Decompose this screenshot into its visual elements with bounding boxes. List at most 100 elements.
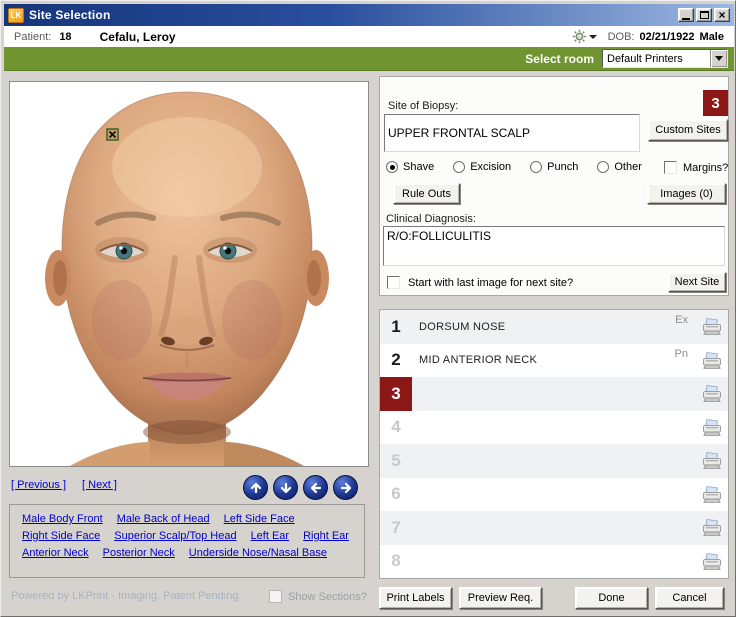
- site-row-2[interactable]: 2 MID ANTERIOR NECK Pn: [380, 343, 728, 377]
- show-sections-checkbox[interactable]: [269, 590, 282, 603]
- printer-icon: [703, 519, 721, 536]
- arrow-right-icon: [340, 482, 351, 493]
- clinical-diagnosis-input[interactable]: R/O:FOLLICULITIS: [383, 226, 725, 266]
- previous-link[interactable]: [ Previous ]: [11, 479, 66, 491]
- site-row-number: 1: [391, 316, 401, 336]
- site-row-print-button[interactable]: [701, 451, 723, 472]
- site-row-5[interactable]: 5: [380, 444, 728, 478]
- show-sections-label: Show Sections?: [288, 590, 367, 603]
- region-link-line: Right Side Face Superior Scalp/Top Head Le…: [22, 530, 364, 542]
- radio-button-icon: [597, 161, 610, 173]
- view-rotation-controls: [243, 475, 369, 500]
- region-link-left-ear[interactable]: Left Ear: [251, 530, 290, 542]
- region-link-underside-nose-nasal-base[interactable]: Underside Nose/Nasal Base: [189, 547, 327, 559]
- custom-sites-button[interactable]: Custom Sites: [648, 119, 728, 141]
- select-room-label: Select room: [525, 51, 594, 66]
- rule-outs-button[interactable]: Rule Outs: [393, 183, 460, 204]
- site-row-number: 3: [380, 377, 412, 411]
- dob-label: DOB:: [607, 30, 635, 43]
- patient-name: Cefalu, Leroy: [99, 29, 176, 44]
- site-row-print-button[interactable]: [701, 518, 723, 539]
- site-selection-window: LK Site Selection × Patient: 18 Cefalu, …: [0, 0, 736, 617]
- site-row-number: 8: [391, 551, 401, 571]
- procedure-radio-label: Other: [614, 161, 642, 173]
- dropdown-arrow-icon: [715, 56, 723, 61]
- procedure-radio-group: Shave Excision Punch Other: [386, 161, 642, 173]
- print-labels-button[interactable]: Print Labels: [379, 587, 452, 609]
- biopsy-site-marker[interactable]: [106, 128, 119, 141]
- preview-req-button[interactable]: Preview Req.: [459, 587, 542, 609]
- procedure-radio-label: Punch: [547, 161, 579, 173]
- site-row-3[interactable]: 3: [380, 377, 728, 411]
- site-of-biopsy-input[interactable]: [384, 114, 640, 152]
- close-icon: ×: [718, 8, 726, 22]
- powered-by-text: Powered by LKPrint - Imaging. Patent Pen…: [11, 590, 242, 602]
- nav-up-button[interactable]: [243, 475, 268, 500]
- site-row-7[interactable]: 7: [380, 511, 728, 545]
- site-row-1[interactable]: 1 DORSUM NOSE Ex: [380, 310, 728, 344]
- site-row-name: MID ANTERIOR NECK: [419, 354, 538, 367]
- patient-head-image[interactable]: [10, 82, 368, 466]
- site-row-4[interactable]: 4: [380, 410, 728, 444]
- procedure-radio-punch[interactable]: Punch: [530, 161, 578, 173]
- arrow-up-icon: [250, 482, 261, 493]
- site-row-number: 4: [391, 417, 401, 437]
- dropdown-arrow-button[interactable]: [710, 50, 727, 67]
- nav-right-button[interactable]: [333, 475, 358, 500]
- site-row-name: DORSUM NOSE: [419, 320, 506, 333]
- cancel-button[interactable]: Cancel: [655, 587, 724, 609]
- maximize-icon: [699, 11, 709, 19]
- patient-head-image-panel[interactable]: [9, 81, 369, 467]
- region-link-anterior-neck[interactable]: Anterior Neck: [22, 547, 89, 559]
- chevron-down-icon: [588, 34, 597, 39]
- images-button[interactable]: Images (0): [647, 183, 726, 204]
- maximize-button[interactable]: [696, 8, 712, 22]
- region-link-left-side-face[interactable]: Left Side Face: [224, 513, 295, 525]
- printer-dropdown-value: Default Printers: [607, 52, 683, 65]
- region-link-male-back-of-head[interactable]: Male Back of Head: [117, 513, 210, 525]
- site-row-procedure-code: Ex: [675, 314, 688, 326]
- margins-checkbox[interactable]: [664, 161, 677, 174]
- window-title: Site Selection: [29, 8, 111, 22]
- minimize-button[interactable]: [678, 8, 694, 22]
- site-row-8[interactable]: 8: [380, 544, 728, 578]
- region-link-right-ear[interactable]: Right Ear: [303, 530, 349, 542]
- start-with-last-image-checkbox[interactable]: [387, 276, 400, 289]
- room-bar: Select room Default Printers: [4, 47, 734, 71]
- printer-icon: [703, 552, 721, 570]
- site-row-number: 6: [391, 484, 401, 504]
- next-link[interactable]: [ Next ]: [82, 479, 117, 491]
- site-row-print-button[interactable]: [701, 418, 723, 439]
- printer-icon: [703, 351, 721, 369]
- procedure-radio-shave[interactable]: Shave: [386, 161, 434, 173]
- printer-icon: [703, 485, 721, 503]
- next-site-button[interactable]: Next Site: [668, 272, 726, 292]
- region-link-posterior-neck[interactable]: Posterior Neck: [103, 547, 175, 559]
- site-of-biopsy-label: Site of Biopsy:: [388, 100, 459, 112]
- site-row-6[interactable]: 6: [380, 477, 728, 511]
- current-site-number-badge: 3: [703, 90, 728, 116]
- site-row-print-button[interactable]: [701, 552, 723, 573]
- region-link-right-side-face[interactable]: Right Side Face: [22, 530, 100, 542]
- nav-left-button[interactable]: [303, 475, 328, 500]
- titlebar: LK Site Selection ×: [4, 4, 734, 26]
- site-row-print-button[interactable]: [701, 317, 723, 338]
- arrow-down-icon: [280, 482, 291, 493]
- procedure-radio-other[interactable]: Other: [597, 161, 642, 173]
- site-row-print-button[interactable]: [701, 351, 723, 372]
- nav-down-button[interactable]: [273, 475, 298, 500]
- printer-icon: [703, 418, 721, 436]
- start-with-last-image-control: Start with last image for next site?: [387, 276, 573, 289]
- settings-menu-button[interactable]: [572, 29, 597, 44]
- done-button[interactable]: Done: [575, 587, 648, 609]
- site-row-print-button[interactable]: [701, 384, 723, 405]
- close-button[interactable]: ×: [714, 8, 730, 22]
- site-row-print-button[interactable]: [701, 485, 723, 506]
- margins-label: Margins?: [683, 161, 729, 174]
- region-link-superior-scalp-top-head[interactable]: Superior Scalp/Top Head: [114, 530, 236, 542]
- printer-icon: [703, 318, 721, 335]
- region-link-male-body-front[interactable]: Male Body Front: [22, 513, 103, 525]
- region-link-line: Anterior Neck Posterior Neck Underside Nos…: [22, 547, 364, 559]
- procedure-radio-excision[interactable]: Excision: [453, 161, 511, 173]
- printer-dropdown[interactable]: Default Printers: [602, 49, 728, 68]
